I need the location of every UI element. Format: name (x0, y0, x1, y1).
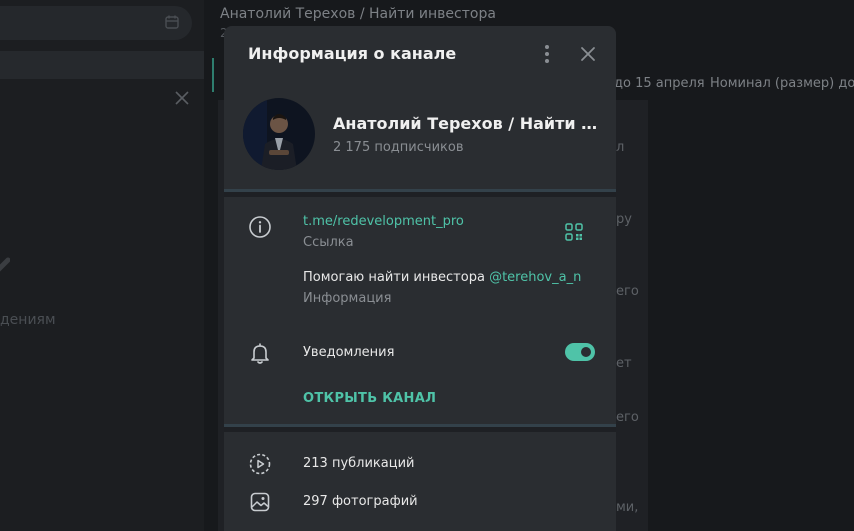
section-divider (224, 189, 616, 197)
channel-link[interactable]: t.me/redevelopment_pro (303, 214, 464, 229)
message-fragment: ет (616, 356, 632, 371)
sidebar-strip (0, 51, 204, 79)
chat-title[interactable]: Анатолий Терехов / Найти инвестора (220, 6, 496, 22)
message-fragment: его (616, 410, 639, 425)
notifications-toggle[interactable] (565, 343, 595, 361)
description-label: Информация (303, 291, 392, 306)
dialog-title: Информация о канале (248, 44, 457, 63)
toggle-knob (579, 345, 593, 359)
message-fragment: ру (616, 212, 632, 227)
photo-icon (250, 492, 270, 512)
pinned-message-fragment[interactable]: до 15 апреля (614, 76, 705, 91)
photos-count[interactable]: 297 фотографий (303, 494, 418, 509)
channel-info-dialog: Информация о канале Анатолий Терехов / Н… (224, 26, 616, 531)
avatar[interactable] (243, 98, 315, 170)
sidebar-text: дениям (0, 312, 56, 328)
message-fragment: ми, (616, 500, 639, 515)
more-options-icon[interactable] (536, 42, 558, 66)
channel-description: Помогаю найти инвестора @terehov_a_n (303, 270, 581, 285)
channel-profile: Анатолий Терехов / Найти инвестора 2 175… (224, 82, 616, 190)
notifications-label: Уведомления (303, 345, 395, 360)
bell-icon (251, 343, 269, 364)
qr-code-icon[interactable] (564, 222, 584, 242)
subscriber-count[interactable]: 2 175 подписчиков (333, 140, 463, 155)
calendar-icon[interactable] (164, 14, 180, 30)
info-icon (249, 216, 271, 238)
message-fragment: его (616, 284, 639, 299)
description-text: Помогаю найти инвестора (303, 270, 490, 285)
section-divider (224, 424, 616, 432)
link-label: Ссылка (303, 235, 354, 250)
message-fragment: л (616, 140, 625, 155)
video-icon (249, 453, 271, 475)
close-icon[interactable] (578, 44, 598, 64)
close-icon[interactable] (174, 90, 190, 106)
pinned-message-text[interactable]: Номинал (размер) долг (710, 76, 854, 91)
pen-icon (0, 257, 10, 272)
pinned-indicator (212, 58, 214, 92)
mention-link[interactable]: @terehov_a_n (489, 270, 581, 285)
open-channel-button[interactable]: ОТКРЫТЬ КАНАЛ (303, 391, 436, 406)
publications-count[interactable]: 213 публикаций (303, 456, 414, 471)
sidebar-panel (0, 0, 204, 531)
dialog-header: Информация о канале (224, 26, 616, 82)
channel-name: Анатолий Терехов / Найти инвестора (333, 114, 601, 133)
